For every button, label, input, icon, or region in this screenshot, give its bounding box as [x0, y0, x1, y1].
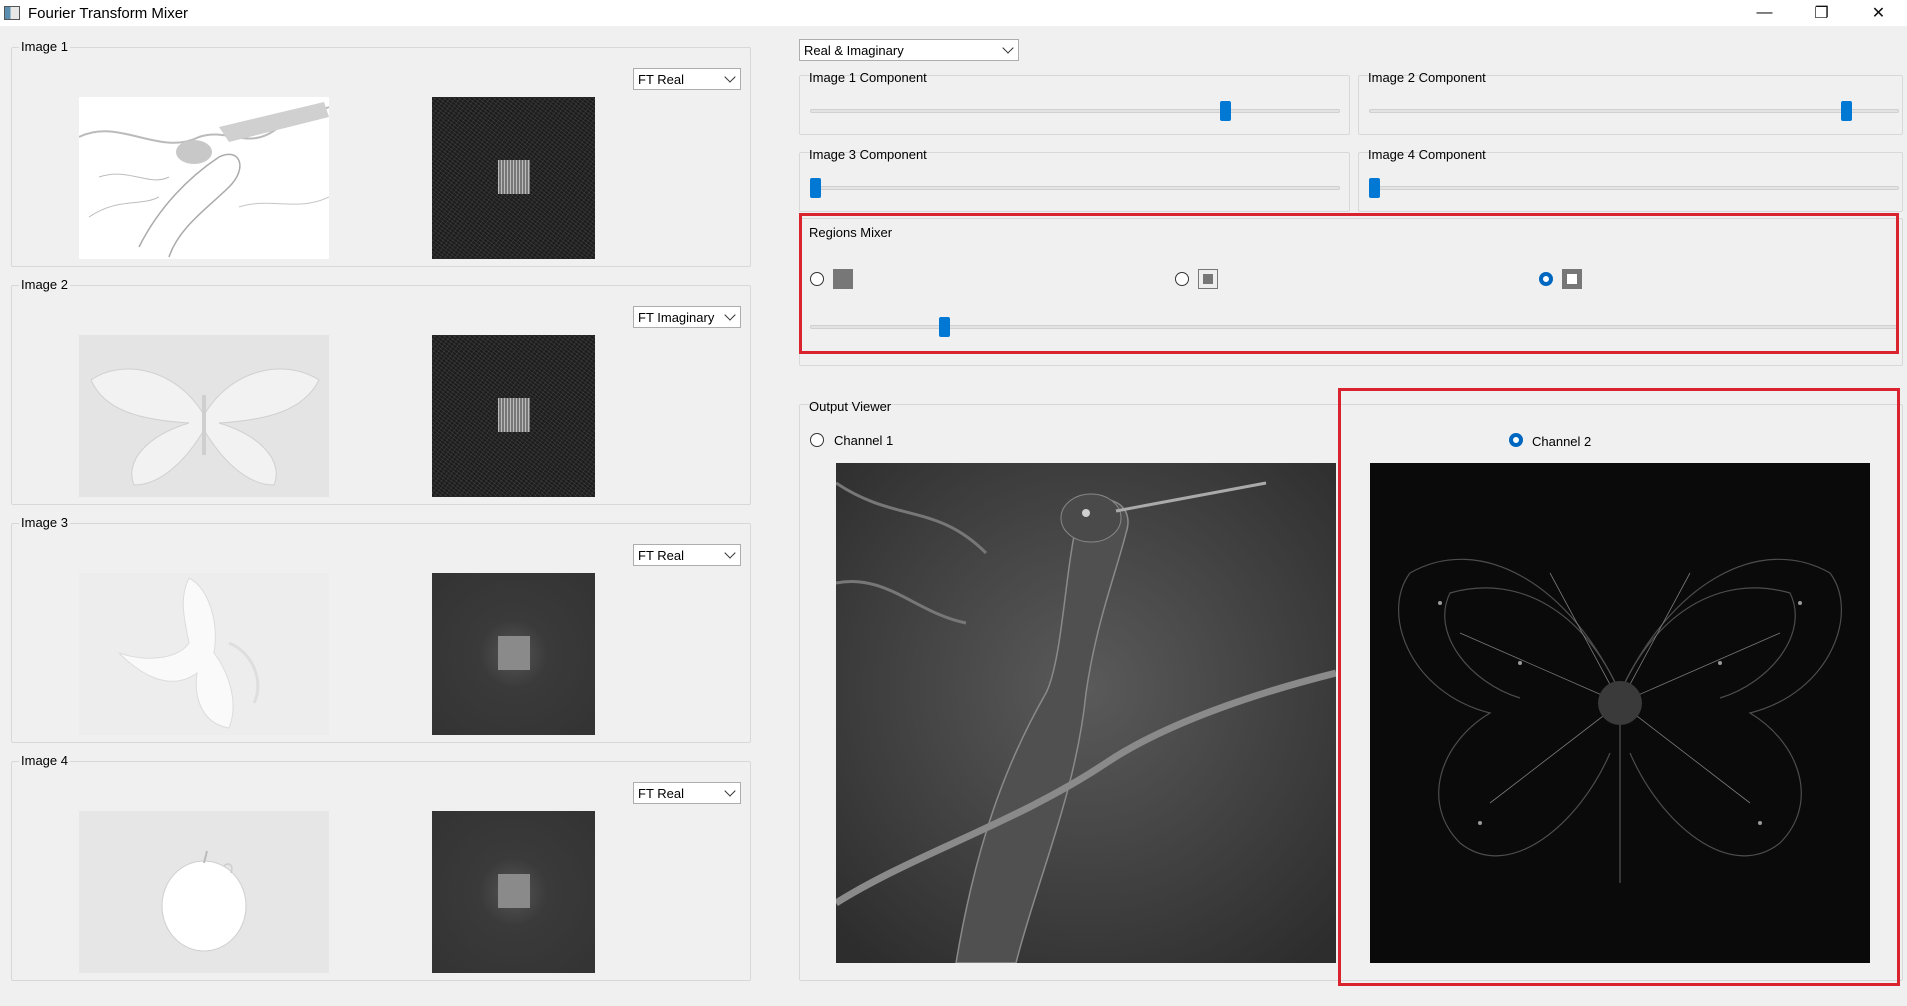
image3-title: Image 3	[19, 515, 70, 531]
image3-ft[interactable]	[432, 573, 595, 735]
window-controls: — ❐ ✕	[1736, 0, 1907, 26]
ft-center-square	[498, 636, 530, 670]
image1-ft[interactable]	[432, 97, 595, 259]
image3-component-label: Image 3 Component	[809, 147, 927, 162]
image4-ft[interactable]	[432, 811, 595, 973]
image4-component-track[interactable]	[1369, 186, 1899, 190]
channel2-label[interactable]: Channel 2	[1532, 434, 1591, 449]
image2-title: Image 2	[19, 277, 70, 293]
image3-panel: Image 3 FT Real	[11, 515, 751, 743]
chevron-down-icon	[724, 309, 736, 321]
image4-component-group: Image 4 Component	[1358, 147, 1903, 212]
image2-ft[interactable]	[432, 335, 595, 497]
image1-component-label: Image 1 Component	[809, 70, 927, 85]
ft-center-square	[498, 398, 530, 432]
image2-component-label: Image 2 Component	[1368, 70, 1486, 85]
chevron-down-icon	[724, 71, 736, 83]
image2-component-slider[interactable]	[1841, 101, 1853, 121]
ft-center-square	[498, 874, 530, 908]
image4-component-label: Image 4 Component	[1368, 147, 1486, 162]
image3-component-select[interactable]: FT Real	[633, 544, 741, 566]
channel2-radio[interactable]	[1509, 433, 1523, 447]
close-button[interactable]: ✕	[1850, 0, 1907, 26]
restore-button[interactable]: ❐	[1793, 0, 1850, 26]
image1-component-group: Image 1 Component	[799, 70, 1350, 135]
banana-icon	[118, 577, 260, 729]
image2-component-value: FT Imaginary	[638, 309, 715, 325]
image1-component-select[interactable]: FT Real	[633, 68, 741, 90]
image2-component-group: Image 2 Component	[1358, 70, 1903, 135]
channel1-output-image[interactable]	[836, 463, 1336, 963]
output-viewer-title: Output Viewer	[809, 399, 892, 414]
butterfly-icon	[90, 368, 320, 486]
regions-mixer-highlight	[799, 213, 1899, 354]
image2-original[interactable]	[79, 335, 329, 497]
image3-original[interactable]	[79, 573, 329, 735]
image4-component-select[interactable]: FT Real	[633, 782, 741, 804]
mixer-mode-value: Real & Imaginary	[804, 42, 904, 58]
image2-component-track[interactable]	[1369, 109, 1899, 113]
chevron-down-icon	[724, 547, 736, 559]
hummingbird-icon	[836, 463, 1336, 963]
channel1-radio[interactable]	[810, 433, 824, 447]
image1-original[interactable]	[79, 97, 329, 259]
image4-component-slider[interactable]	[1369, 178, 1380, 198]
apple-icon	[161, 850, 247, 952]
minimize-button[interactable]: —	[1736, 0, 1793, 26]
butterfly-magnitude-icon	[1370, 463, 1870, 963]
image2-component-select[interactable]: FT Imaginary	[633, 306, 741, 328]
image1-component-track[interactable]	[810, 109, 1340, 113]
window-title: Fourier Transform Mixer	[28, 4, 189, 22]
image1-title: Image 1	[19, 39, 70, 55]
image2-panel: Image 2 FT Imaginary	[11, 277, 751, 505]
app-icon	[4, 6, 20, 20]
image3-component-track[interactable]	[810, 186, 1340, 190]
title-bar: Fourier Transform Mixer — ❐ ✕	[0, 0, 1907, 26]
ft-center-square	[498, 160, 530, 194]
image1-panel: Image 1 FT Real	[11, 39, 751, 267]
mixer-mode-select[interactable]: Real & Imaginary	[799, 39, 1019, 61]
channel2-output-image[interactable]	[1370, 463, 1870, 963]
chevron-down-icon	[1002, 42, 1014, 54]
image1-component-slider[interactable]	[1220, 101, 1231, 121]
chevron-down-icon	[724, 785, 736, 797]
image3-component-slider[interactable]	[810, 178, 821, 198]
channel1-label[interactable]: Channel 1	[834, 433, 893, 448]
image3-component-value: FT Real	[638, 547, 684, 563]
image4-title: Image 4	[19, 753, 70, 769]
image1-component-value: FT Real	[638, 71, 684, 87]
image4-original[interactable]	[79, 811, 329, 973]
image4-panel: Image 4 FT Real	[11, 753, 751, 981]
image3-component-group: Image 3 Component	[799, 147, 1350, 212]
channel2-highlight: Channel 2	[1338, 388, 1900, 986]
image4-component-value: FT Real	[638, 785, 684, 801]
hand-icon	[79, 102, 329, 258]
